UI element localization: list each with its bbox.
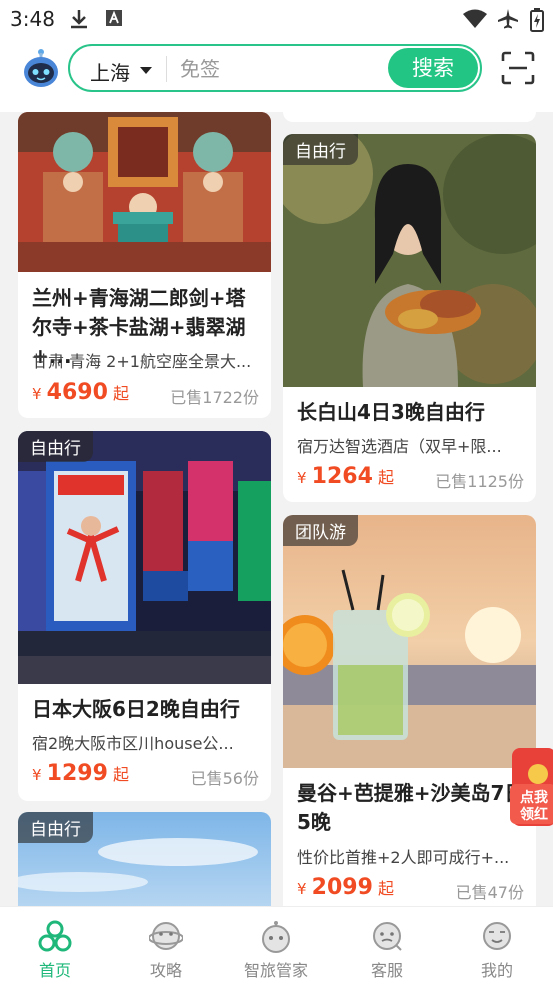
tab-label: 攻略 <box>149 961 182 980</box>
red-packet-line2: 领红 <box>520 806 548 823</box>
price-currency: ¥ <box>32 766 42 784</box>
product-card[interactable]: 自由行 长白山4日3晚自由行 宿万达智选酒店（双早+限... ¥ 1264 起 … <box>283 134 536 502</box>
sold-count: 已售1125份 <box>435 472 524 491</box>
airplane-icon <box>498 9 518 29</box>
city-selector[interactable]: 上海 <box>90 57 130 86</box>
category-tag: 团队游 <box>283 515 358 546</box>
battery-icon <box>530 8 544 32</box>
product-price: ¥ 2099 起 <box>297 875 394 900</box>
wifi-icon <box>463 9 487 28</box>
product-desc: 甘肃 青海 2+1航空座全景大... <box>32 352 252 371</box>
price-value: 4690 <box>46 380 108 405</box>
osaka-glico-sign-image <box>18 431 271 684</box>
tab-label: 客服 <box>370 961 403 980</box>
price-value: 1299 <box>46 761 108 786</box>
price-suffix: 起 <box>112 765 129 784</box>
home-icon <box>38 920 72 952</box>
red-packet-line1: 点我 <box>520 789 548 806</box>
search-input[interactable] <box>178 53 382 85</box>
profile-face-icon <box>483 922 511 950</box>
status-time: 3:48 <box>10 7 55 31</box>
tab-travel-butler[interactable]: 智旅管家 <box>221 907 331 985</box>
category-tag: 自由行 <box>18 812 93 843</box>
product-desc: 宿2晚大阪市区川house公... <box>32 734 234 753</box>
product-title: 长白山4日3晚自由行 <box>297 400 485 424</box>
font-icon <box>106 10 122 26</box>
tab-label: 我的 <box>480 961 513 980</box>
product-card[interactable]: 自由行 <box>18 812 271 906</box>
download-icon <box>71 10 87 29</box>
temple-mural-image <box>18 112 271 272</box>
category-tag: 自由行 <box>283 134 358 165</box>
product-desc: 宿万达智选酒店（双早+限... <box>297 437 502 456</box>
sold-count: 已售1722份 <box>170 388 259 407</box>
sold-count: 已售47份 <box>455 883 524 902</box>
product-card[interactable]: 自由行 日本大阪6日2晚自由行 宿2晚大阪市区川house公... ¥ 1299… <box>18 431 271 801</box>
caret-down-icon[interactable] <box>140 67 152 74</box>
price-currency: ¥ <box>32 385 42 403</box>
price-suffix: 起 <box>377 468 394 487</box>
red-packet-icon[interactable]: 点我 领红 <box>508 748 553 826</box>
product-price: ¥ 4690 起 <box>32 380 129 405</box>
search-button[interactable]: 搜索 <box>388 48 478 88</box>
price-suffix: 起 <box>112 384 129 403</box>
status-bar: 3:48 <box>0 0 553 36</box>
robot-mascot-icon[interactable] <box>20 48 62 90</box>
product-title: 曼谷+芭提雅+沙美岛7日5晚 <box>297 781 525 834</box>
product-card-partial[interactable] <box>283 112 536 122</box>
product-desc: 性价比首推+2人即可成行+... <box>297 848 510 867</box>
search-bar: 上海 搜索 <box>68 44 482 92</box>
price-currency: ¥ <box>297 880 307 898</box>
tab-label: 智旅管家 <box>243 961 308 980</box>
tab-label: 首页 <box>38 961 71 980</box>
product-price: ¥ 1299 起 <box>32 761 129 786</box>
price-value: 2099 <box>311 875 373 900</box>
top-header: 上海 搜索 <box>0 36 553 112</box>
woman-leaves-image <box>283 134 536 387</box>
planet-face-icon <box>149 922 183 950</box>
price-currency: ¥ <box>297 469 307 487</box>
tab-guides[interactable]: 攻略 <box>111 907 221 985</box>
product-feed: 兰州+青海湖二郎剑+塔尔寺+茶卡盐湖+翡翠湖+... 甘肃 青海 2+1航空座全… <box>0 112 553 906</box>
beach-cocktail-image <box>283 515 536 768</box>
product-price: ¥ 1264 起 <box>297 464 394 489</box>
tab-profile[interactable]: 我的 <box>442 907 552 985</box>
price-suffix: 起 <box>377 879 394 898</box>
product-card[interactable]: 兰州+青海湖二郎剑+塔尔寺+茶卡盐湖+翡翠湖+... 甘肃 青海 2+1航空座全… <box>18 112 271 418</box>
bottom-tab-bar: 首页 攻略 智旅管家 客服 我的 <box>0 906 553 985</box>
search-divider <box>166 56 167 82</box>
product-title: 日本大阪6日2晚自由行 <box>32 697 240 721</box>
tab-customer-service[interactable]: 客服 <box>332 907 442 985</box>
sold-count: 已售56份 <box>190 769 259 788</box>
product-card[interactable]: 团队游 曼谷+芭提雅+沙美岛7日5晚 性价比首推+2人即可成行+... ¥ 20… <box>283 515 536 906</box>
price-value: 1264 <box>311 464 373 489</box>
category-tag: 自由行 <box>18 431 93 462</box>
tab-home[interactable]: 首页 <box>0 907 110 985</box>
service-face-icon <box>373 922 402 951</box>
scan-icon[interactable] <box>500 50 536 86</box>
robot-face-icon <box>262 921 290 953</box>
